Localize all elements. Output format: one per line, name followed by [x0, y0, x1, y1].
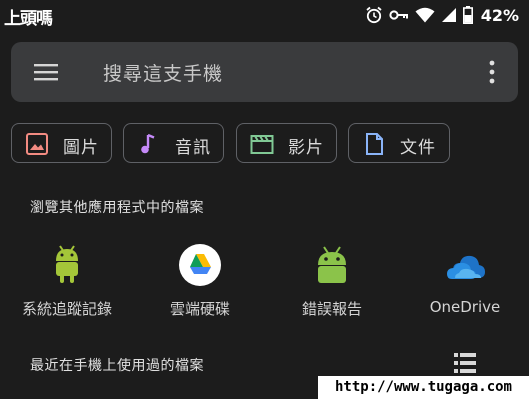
chip-videos[interactable]: 影片: [236, 123, 337, 163]
android-icon: [56, 245, 78, 283]
app-system-tracing[interactable]: 系統追蹤記錄: [5, 240, 125, 320]
search-input[interactable]: 搜尋這支手機: [103, 59, 223, 86]
search-bar[interactable]: 搜尋這支手機: [11, 42, 518, 102]
chip-images-label: 圖片: [63, 138, 99, 158]
music-note-icon: [141, 133, 155, 154]
battery-icon: [462, 6, 473, 24]
document-icon: [366, 133, 383, 155]
vpn-key-icon: [389, 10, 408, 20]
other-apps-section-title: 瀏覽其他應用程式中的檔案: [30, 200, 204, 216]
recent-files-section-title: 最近在手機上使用過的檔案: [30, 358, 204, 374]
app-label: OneDrive: [429, 298, 501, 316]
alarm-icon: [366, 6, 382, 24]
battery-percent: 42%: [480, 5, 519, 25]
chip-videos-label: 影片: [288, 138, 324, 158]
category-chips: 圖片 音訊 影片 文件: [11, 123, 521, 165]
google-drive-icon: [179, 244, 221, 286]
status-icons: 42%: [365, 5, 519, 25]
chip-documents-label: 文件: [400, 138, 436, 158]
watermark: http://www.tugaga.com: [318, 376, 529, 399]
list-view-icon[interactable]: [452, 352, 478, 374]
chip-audio-label: 音訊: [175, 138, 211, 158]
chip-documents[interactable]: 文件: [348, 123, 450, 163]
status-bar: 上頭嗎 42%: [0, 0, 529, 30]
files-app-screen: 上頭嗎 42% 搜尋這支手機 圖片 音訊 影片 文件 瀏覽其他應用程式中的檔案 …: [0, 0, 529, 399]
movie-icon: [250, 135, 274, 154]
image-icon: [26, 133, 48, 155]
app-bug-reports[interactable]: 錯誤報告: [270, 240, 390, 320]
hamburger-menu-icon[interactable]: [32, 60, 62, 84]
app-label: 雲端硬碟: [169, 300, 230, 318]
status-time: 上頭嗎: [4, 9, 53, 29]
signal-icon: [441, 8, 456, 22]
app-google-drive[interactable]: 雲端硬碟: [138, 240, 258, 320]
wifi-icon: [415, 7, 435, 23]
more-vert-icon[interactable]: [488, 59, 496, 85]
chip-audio[interactable]: 音訊: [123, 123, 224, 163]
app-onedrive[interactable]: OneDrive: [403, 240, 523, 320]
onedrive-icon: [447, 255, 485, 279]
android-icon: [318, 246, 346, 283]
app-label: 系統追蹤記錄: [21, 300, 112, 318]
app-label: 錯誤報告: [301, 300, 362, 318]
chip-images[interactable]: 圖片: [11, 123, 112, 163]
